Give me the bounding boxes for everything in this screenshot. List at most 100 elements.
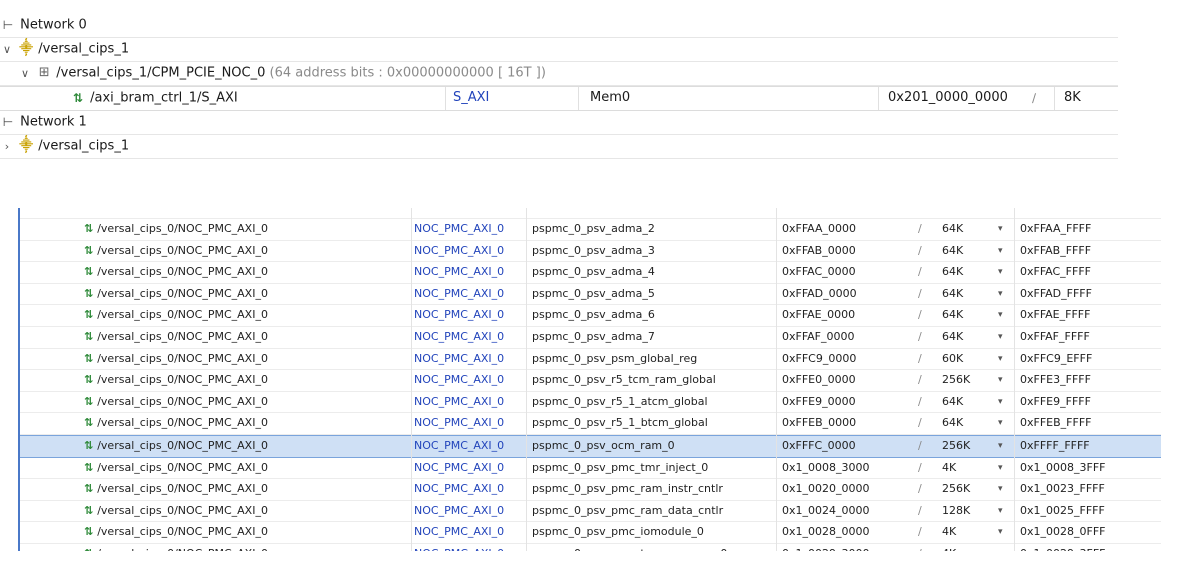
range[interactable]: 4K [942,458,992,478]
table-row[interactable]: ⇅/versal_cips_0/NOC_PMC_AXI_0NOC_PMC_AXI… [20,434,1161,458]
range[interactable]: 256K [942,436,992,456]
range[interactable]: 64K [942,241,992,261]
range-dropdown-icon[interactable]: ▾ [998,327,1012,347]
table-row[interactable]: ⇅/versal_cips_0/NOC_PMC_AXI_0NOC_PMC_AXI… [20,413,1161,435]
range[interactable]: 64K [942,219,992,239]
range-dropdown-icon[interactable]: ▾ [998,413,1012,433]
master-base-address[interactable]: 0x1_0028_0000 [782,522,912,542]
table-row[interactable]: ⇅/versal_cips_0/NOC_PMC_AXI_0NOC_PMC_AXI… [20,262,1161,284]
edit-pencil-icon[interactable]: ∕ [918,262,936,282]
range-dropdown-icon[interactable]: ▾ [998,458,1012,478]
chevron-down-icon[interactable]: ∨ [18,63,32,85]
edit-pencil-icon[interactable]: ∕ [918,284,936,304]
range-dropdown-icon[interactable]: ▾ [998,262,1012,282]
table-row[interactable]: ⇅/versal_cips_0/NOC_PMC_AXI_0NOC_PMC_AXI… [20,479,1161,501]
master-base-address[interactable]: 0xFFE0_0000 [782,370,912,390]
slave-path: ⇅/versal_cips_0/NOC_PMC_AXI_0 [84,241,404,261]
range-dropdown-icon[interactable]: ▾ [998,305,1012,325]
high-address: 0xFFE9_FFFF [1020,392,1160,412]
network-1-row[interactable]: ⊢ Network 1 [0,111,1118,135]
range-dropdown-icon[interactable]: ▾ [998,392,1012,412]
master-base-address[interactable]: 0x1_0020_0000 [782,479,912,499]
network-0-row[interactable]: ⊢ Network 0 [0,14,1118,38]
range-dropdown-icon[interactable]: ▾ [998,349,1012,369]
range-dropdown-icon[interactable]: ▾ [998,544,1012,551]
table-row[interactable]: ⇅/versal_cips_0/NOC_PMC_AXI_0NOC_PMC_AXI… [20,349,1161,371]
master-base-address[interactable]: 0xFFAD_0000 [782,284,912,304]
range[interactable]: 64K [942,305,992,325]
range[interactable]: 256K [942,479,992,499]
master-base-address[interactable]: 0x1_0024_0000 [782,501,912,521]
range[interactable]: 64K [942,262,992,282]
table-row[interactable]: ⇅/versal_cips_0/NOC_PMC_AXI_0NOC_PMC_AXI… [20,392,1161,414]
versal-cips-1-row[interactable]: ∨ ⸎ /versal_cips_1 [0,38,1118,62]
master-base-address[interactable]: 0xFFAC_0000 [782,262,912,282]
master-base-address[interactable]: 0xFFAA_0000 [782,219,912,239]
slave-segment-text: pspmc_0_psv_psm_global_reg [532,351,698,365]
edit-pencil-icon[interactable]: ∕ [918,501,936,521]
segment-range[interactable]: 8K [1064,87,1081,109]
table-row[interactable]: ⇅/versal_cips_0/NOC_PMC_AXI_0NOC_PMC_AXI… [20,219,1161,241]
edit-pencil-icon[interactable]: ∕ [918,241,936,261]
segment-path: /axi_bram_ctrl_1/S_AXI [90,90,238,106]
range[interactable]: 4K [942,522,992,542]
table-row[interactable]: ⇅/versal_cips_0/NOC_PMC_AXI_0NOC_PMC_AXI… [20,327,1161,349]
chevron-down-icon[interactable]: ∨ [0,39,14,61]
range[interactable]: 60K [942,349,992,369]
master-base-address[interactable]: 0xFFAB_0000 [782,241,912,261]
edit-pencil-icon[interactable]: ∕ [918,327,936,347]
master-base-address[interactable]: 0xFFFC_0000 [782,436,912,456]
edit-pencil-icon[interactable]: ∕ [918,305,936,325]
table-row[interactable]: ⇅/versal_cips_0/NOC_PMC_AXI_0NOC_PMC_AXI… [20,501,1161,523]
range-dropdown-icon[interactable]: ▾ [998,522,1012,542]
range-dropdown-icon[interactable]: ▾ [998,241,1012,261]
master-base-address[interactable]: 0xFFE9_0000 [782,392,912,412]
master-base-address[interactable]: 0x1_0029_3000 [782,544,912,551]
edit-pencil-icon[interactable]: ∕ [918,436,936,456]
segment-row-axi-bram[interactable]: ⇅ /axi_bram_ctrl_1/S_AXI S_AXI Mem0 0x20… [0,86,1118,111]
master-base-address[interactable]: 0xFFAF_0000 [782,327,912,347]
master-base-address[interactable]: 0xFFEB_0000 [782,413,912,433]
range[interactable]: 64K [942,413,992,433]
edit-pencil-icon[interactable]: ∕ [918,392,936,412]
table-row[interactable]: ⇅/versal_cips_0/NOC_PMC_AXI_0NOC_PMC_AXI… [20,284,1161,306]
range-dropdown-icon[interactable]: ▾ [998,436,1012,456]
chevron-right-icon[interactable]: › [0,136,14,158]
table-row[interactable]: ⇅/versal_cips_0/NOC_PMC_AXI_0NOC_PMC_AXI… [20,305,1161,327]
range-dropdown-icon[interactable]: ▾ [998,284,1012,304]
table-row[interactable]: ⇅/versal_cips_0/NOC_PMC_AXI_0NOC_PMC_AXI… [20,370,1161,392]
range[interactable]: 64K [942,284,992,304]
edit-pencil-icon[interactable]: ∕ [918,522,936,542]
range[interactable]: 64K [942,392,992,412]
range-dropdown-icon[interactable]: ▾ [998,219,1012,239]
edit-pencil-icon[interactable]: ∕ [1032,87,1036,109]
slave-segment: pspmc_0_psv_adma_5 [532,284,772,304]
edit-pencil-icon[interactable]: ∕ [918,349,936,369]
slave-path-text: /versal_cips_0/NOC_PMC_AXI_0 [97,394,268,408]
segment-base-address[interactable]: 0x201_0000_0000 [888,87,1008,109]
table-row[interactable]: ⇅/versal_cips_0/NOC_PMC_AXI_0NOC_PMC_AXI… [20,241,1161,263]
segment-icon: ⇅ [84,503,94,517]
edit-pencil-icon[interactable]: ∕ [918,479,936,499]
edit-pencil-icon[interactable]: ∕ [918,458,936,478]
edit-pencil-icon[interactable]: ∕ [918,219,936,239]
master-base-address[interactable]: 0xFFAE_0000 [782,305,912,325]
versal-cips-1-collapsed-row[interactable]: › ⸎ /versal_cips_1 [0,135,1118,159]
range-dropdown-icon[interactable]: ▾ [998,501,1012,521]
range[interactable]: 256K [942,370,992,390]
high-address-text: 0xFFE3_FFFF [1020,373,1091,387]
cpm-pcie-noc-row[interactable]: ∨ ⊞ /versal_cips_1/CPM_PCIE_NOC_0 (64 ad… [0,62,1118,86]
range[interactable]: 128K [942,501,992,521]
edit-pencil-icon[interactable]: ∕ [918,544,936,551]
table-row[interactable]: ⇅/versal_cips_0/NOC_PMC_AXI_0NOC_PMC_AXI… [20,522,1161,544]
master-base-address[interactable]: 0xFFC9_0000 [782,349,912,369]
range[interactable]: 4K [942,544,992,551]
table-row[interactable]: ⇅/versal_cips_0/NOC_PMC_AXI_0NOC_PMC_AXI… [20,458,1161,480]
range-dropdown-icon[interactable]: ▾ [998,370,1012,390]
edit-pencil-icon[interactable]: ∕ [918,370,936,390]
master-base-address[interactable]: 0x1_0008_3000 [782,458,912,478]
edit-pencil-icon[interactable]: ∕ [918,413,936,433]
range[interactable]: 64K [942,327,992,347]
table-row[interactable]: ⇅/versal_cips_0/NOC_PMC_AXI_0NOC_PMC_AXI… [20,544,1161,551]
range-dropdown-icon[interactable]: ▾ [998,479,1012,499]
